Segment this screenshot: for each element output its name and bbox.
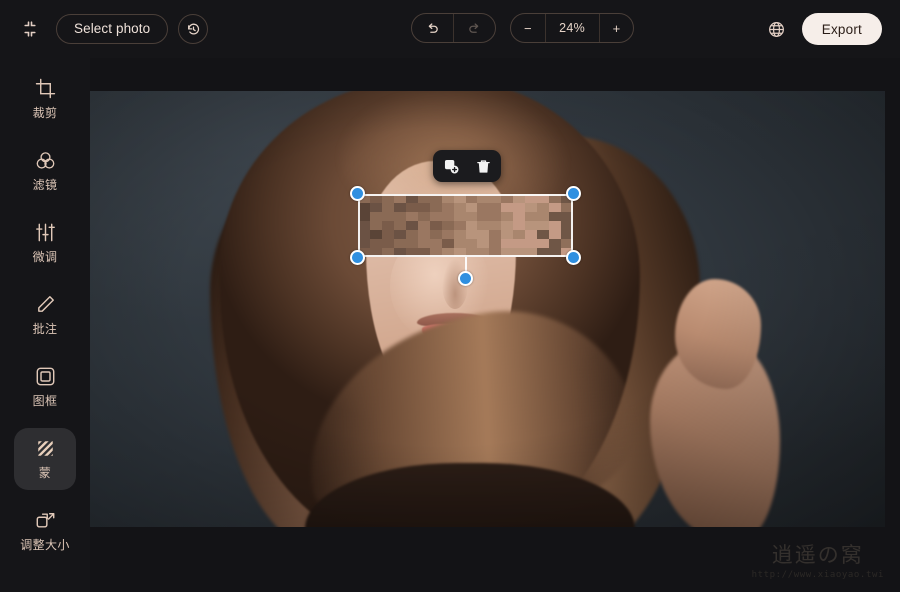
- image-editor-app: Select photo − 24% + Export 裁剪 滤镜 微调 批注 …: [0, 0, 900, 592]
- resize-handle-top-left[interactable]: [350, 186, 365, 201]
- zoom-level-value[interactable]: 24%: [545, 14, 599, 42]
- export-button[interactable]: Export: [802, 13, 882, 45]
- redo-button[interactable]: [453, 14, 495, 42]
- resize-handle-bottom-left[interactable]: [350, 250, 365, 265]
- zoom-control-group: − 24% +: [510, 13, 634, 43]
- watermark-url: http://www.xiaoyao.twi: [752, 570, 884, 580]
- sidebar-label-mosaic: 蒙: [39, 464, 51, 481]
- canvas-stage[interactable]: [90, 58, 900, 592]
- select-photo-button[interactable]: Select photo: [56, 14, 168, 44]
- mosaic-icon: [34, 437, 56, 459]
- sidebar-item-filter[interactable]: 滤镜: [14, 140, 76, 202]
- sidebar-label-resize: 调整大小: [20, 536, 70, 553]
- pencil-icon: [34, 293, 56, 315]
- filter-rings-icon: [34, 149, 56, 171]
- sidebar-label-adjust: 微调: [33, 248, 58, 265]
- zoom-out-button[interactable]: −: [511, 14, 545, 42]
- zoom-in-button[interactable]: +: [599, 14, 634, 42]
- select-photo-label: Select photo: [74, 15, 150, 43]
- tool-sidebar: 裁剪 滤镜 微调 批注 图框 蒙 调整大小: [0, 58, 90, 592]
- resize-handle-top-right[interactable]: [566, 186, 581, 201]
- crop-icon: [34, 77, 56, 99]
- sidebar-label-annotate: 批注: [33, 320, 58, 337]
- undo-button[interactable]: [412, 14, 453, 42]
- sidebar-item-adjust[interactable]: 微调: [14, 212, 76, 274]
- toolbar-center-group: − 24% +: [411, 13, 634, 43]
- sliders-icon: [34, 221, 56, 243]
- frame-icon: [34, 365, 56, 387]
- trash-icon[interactable]: [472, 155, 494, 177]
- watermark: 逍遥の窝 http://www.xiaoyao.twi: [752, 539, 884, 580]
- collapse-corners-icon[interactable]: [14, 13, 46, 45]
- sidebar-label-filter: 滤镜: [33, 176, 58, 193]
- undo-redo-group: [411, 13, 496, 43]
- toolbar-left-group: Select photo: [14, 13, 208, 45]
- sidebar-label-crop: 裁剪: [33, 104, 58, 121]
- duplicate-icon[interactable]: [440, 155, 462, 177]
- sidebar-label-frame: 图框: [33, 392, 58, 409]
- rotate-handle[interactable]: [458, 271, 473, 286]
- sidebar-item-annotate[interactable]: 批注: [14, 284, 76, 346]
- export-label: Export: [822, 22, 862, 37]
- toolbar-right-group: Export: [766, 13, 882, 45]
- sidebar-item-resize[interactable]: 调整大小: [14, 500, 76, 562]
- mosaic-pixelated-region[interactable]: [358, 194, 573, 257]
- watermark-title: 逍遥の窝: [752, 539, 884, 569]
- resize-handle-bottom-right[interactable]: [566, 250, 581, 265]
- sidebar-item-mosaic[interactable]: 蒙: [14, 428, 76, 490]
- history-revert-icon[interactable]: [178, 14, 208, 44]
- selection-mini-toolbar: [433, 150, 501, 182]
- top-toolbar: Select photo − 24% + Export: [0, 0, 900, 58]
- sidebar-item-crop[interactable]: 裁剪: [14, 68, 76, 130]
- sidebar-item-frame[interactable]: 图框: [14, 356, 76, 418]
- globe-icon[interactable]: [766, 18, 788, 40]
- resize-icon: [34, 509, 56, 531]
- mosaic-selection[interactable]: [358, 194, 573, 257]
